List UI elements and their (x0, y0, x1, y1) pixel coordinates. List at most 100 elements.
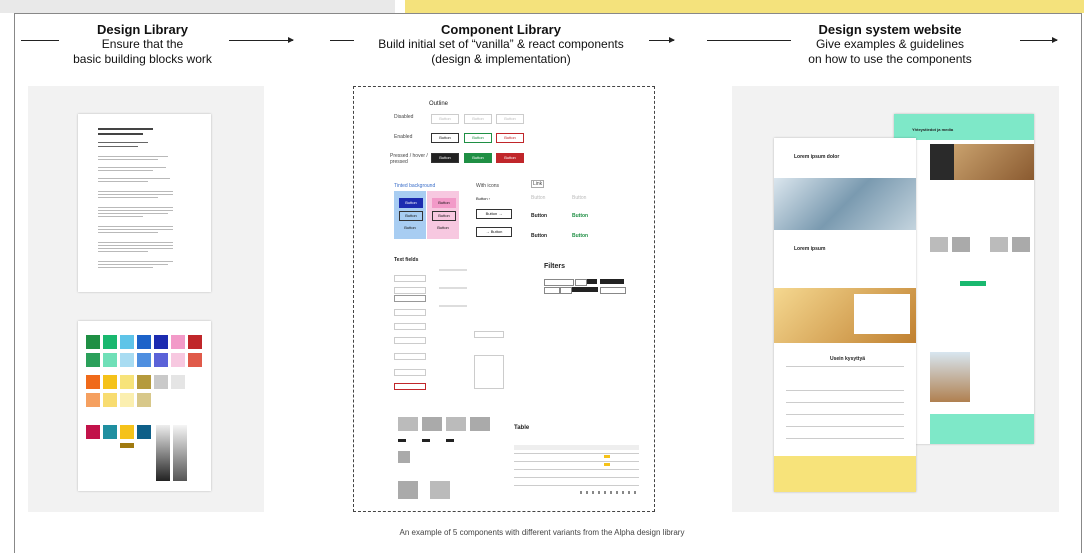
button-pressed-3[interactable]: Button (496, 153, 524, 163)
button-disabled-2[interactable]: Button (464, 114, 492, 124)
design-library-panel (28, 86, 264, 512)
fi-site-footer (930, 414, 1034, 444)
en-faq-row-5[interactable] (786, 426, 904, 427)
tinted-button-4[interactable]: Button (432, 198, 456, 208)
with-icons-label: With icons (476, 183, 500, 189)
table-badge-1 (604, 455, 610, 458)
card-button-3[interactable] (446, 439, 454, 442)
table-row-3 (514, 469, 639, 470)
button-enabled-2[interactable]: Button (464, 133, 492, 143)
filter-chip-8[interactable] (600, 287, 626, 294)
text-field-5[interactable] (394, 323, 426, 330)
fi-site-photo-2 (930, 144, 954, 180)
en-section-title: Lorem ipsum (794, 246, 826, 252)
filter-chip-1[interactable] (544, 279, 574, 286)
card-image-3 (446, 417, 466, 431)
link-1[interactable]: Button (531, 213, 547, 219)
text-area-1[interactable] (439, 269, 467, 271)
tinted-button-3[interactable]: Button (399, 224, 421, 232)
tinted-button-6[interactable]: Button (432, 224, 454, 232)
typography-page (78, 114, 211, 292)
select-field-1[interactable] (474, 331, 504, 338)
tinted-button-5[interactable]: Button (432, 211, 456, 221)
text-field-8[interactable] (394, 369, 426, 376)
button-disabled-1[interactable]: Button (431, 114, 459, 124)
button-enabled-1[interactable]: Button (431, 133, 459, 143)
card-image-7 (430, 481, 450, 499)
filter-chip-3[interactable] (587, 279, 597, 284)
fi-site-card-2 (952, 237, 970, 252)
row-label-disabled: Disabled (394, 114, 414, 120)
arrow-1 (229, 37, 294, 43)
en-faq-row-2[interactable] (786, 390, 904, 391)
card-image-4 (470, 417, 490, 431)
en-faq-row-4[interactable] (786, 414, 904, 415)
text-field-6[interactable] (394, 337, 426, 344)
component-library-line-2: (design & implementation) (431, 52, 571, 66)
tinted-button-2[interactable]: Button (399, 211, 423, 221)
filter-chip-5[interactable] (544, 287, 560, 294)
table-pagination[interactable] (580, 491, 640, 494)
component-library-title: Component Library (441, 22, 561, 37)
website-panel: Yhteystiedot ja media Lorem ipsum dolor … (732, 86, 1059, 512)
en-feature-card (854, 294, 910, 334)
card-image-2 (422, 417, 442, 431)
filter-chip-6[interactable] (560, 287, 572, 294)
table-header (514, 445, 639, 450)
button-disabled-3[interactable]: Button (496, 114, 524, 124)
en-site-page: Lorem ipsum dolor Lorem ipsum Usein kysy… (774, 138, 916, 492)
website-title: Design system website (818, 22, 962, 37)
website-line-2: on how to use the components (808, 52, 972, 66)
text-field-7[interactable] (394, 353, 426, 360)
text-area-3[interactable] (439, 305, 467, 307)
caption: An example of 5 components with differen… (399, 528, 685, 537)
arrow-3 (1020, 37, 1058, 43)
card-image-5 (398, 451, 410, 463)
component-sheet: Outline Disabled Enabled Pressed / hover… (353, 86, 655, 512)
link-2[interactable]: Button (572, 213, 588, 219)
filter-chip-7[interactable] (572, 287, 598, 292)
component-library-heading: Component Library Build initial set of “… (360, 22, 642, 67)
text-field-1[interactable] (394, 275, 426, 282)
link-4[interactable]: Button (572, 233, 588, 239)
filter-chip-4[interactable] (600, 279, 624, 284)
en-faq-title: Usein kysyttyä (830, 356, 866, 362)
link-disabled-2[interactable]: Button (572, 195, 586, 201)
component-library-line-1: Build initial set of “vanilla” & react c… (378, 37, 624, 51)
icon-button-3[interactable]: → Button (476, 227, 512, 237)
color-palette-page (78, 321, 211, 491)
filter-chip-2[interactable] (575, 279, 587, 286)
button-pressed-1[interactable]: Button (431, 153, 459, 163)
card-button-1[interactable] (398, 439, 406, 442)
tinted-button-1[interactable]: Button (399, 198, 423, 208)
text-field-4[interactable] (394, 309, 426, 316)
filters-label: Filters (544, 263, 566, 270)
text-field-2[interactable] (394, 287, 426, 294)
fi-site-card-4 (1012, 237, 1030, 252)
link-3[interactable]: Button (531, 233, 547, 239)
website-heading: Design system website Give examples & gu… (792, 22, 988, 67)
fi-site-cta[interactable] (960, 281, 986, 286)
link-disabled-1[interactable]: Button (531, 195, 545, 201)
fi-site-photo-3 (930, 352, 970, 402)
en-faq-row-6[interactable] (786, 438, 904, 439)
text-area-2[interactable] (439, 287, 467, 289)
text-field-3[interactable] (394, 295, 426, 302)
card-image-1 (398, 417, 418, 431)
row-label-pressed: Pressed / hover / pressed (390, 153, 428, 165)
button-enabled-3[interactable]: Button (496, 133, 524, 143)
select-field-2[interactable] (474, 355, 504, 389)
link-label: Link (531, 180, 545, 188)
card-button-2[interactable] (422, 439, 430, 442)
table-badge-2 (604, 463, 610, 466)
text-field-9[interactable] (394, 383, 426, 390)
design-library-line-1: Ensure that the (101, 37, 184, 51)
table-row-2 (514, 461, 639, 462)
icon-button-2[interactable]: Button → (476, 209, 512, 219)
icon-button-1[interactable]: Button › (476, 195, 506, 203)
button-pressed-2[interactable]: Button (464, 153, 492, 163)
row-label-enabled: Enabled (394, 134, 413, 140)
en-faq-row-3[interactable] (786, 402, 904, 403)
website-line-1: Give examples & guidelines (815, 37, 965, 51)
en-faq-row-1[interactable] (786, 366, 904, 367)
